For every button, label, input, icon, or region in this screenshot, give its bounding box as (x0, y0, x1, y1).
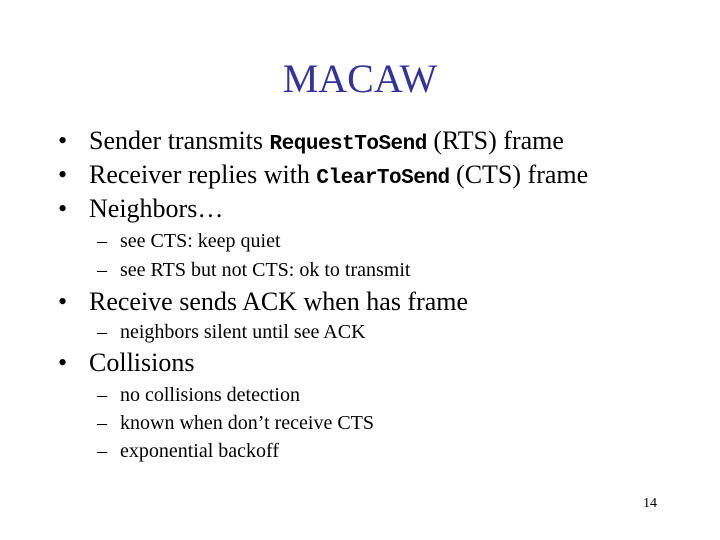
page-number: 14 (643, 496, 657, 511)
bullet-text: Neighbors… (89, 194, 224, 223)
code-text: ClearToSend (316, 167, 450, 190)
slide-title: MACAW (282, 56, 438, 101)
bullet-text: Sender transmits RequestToSend (RTS) fra… (89, 126, 564, 156)
code-text: RequestToSend (269, 133, 428, 156)
sub-text: neighbors silent until see ACK (120, 321, 366, 343)
dash-icon: – (97, 412, 107, 434)
bullet-icon: • (58, 126, 68, 155)
dash-icon: – (97, 321, 107, 343)
bullet-icon: • (58, 287, 68, 316)
bullet-icon: • (58, 194, 68, 223)
sub-text: known when don’t receive CTS (120, 412, 375, 434)
dash-icon: – (97, 440, 107, 462)
sub-text: exponential backoff (120, 440, 280, 462)
bullet-text: Receive sends ACK when has frame (89, 287, 469, 316)
bullet-icon: • (58, 348, 68, 377)
bullet-icon: • (58, 160, 68, 189)
dash-icon: – (97, 259, 107, 281)
sub-text: no collisions detection (120, 384, 300, 406)
dash-icon: – (97, 230, 107, 252)
dash-icon: – (97, 384, 107, 406)
bullet-text: Collisions (89, 348, 195, 377)
sub-text: see RTS but not CTS: ok to transmit (120, 259, 411, 281)
sub-text: see CTS: keep quiet (120, 230, 281, 252)
bullet-text: Receiver replies with ClearToSend (CTS) … (89, 160, 589, 190)
